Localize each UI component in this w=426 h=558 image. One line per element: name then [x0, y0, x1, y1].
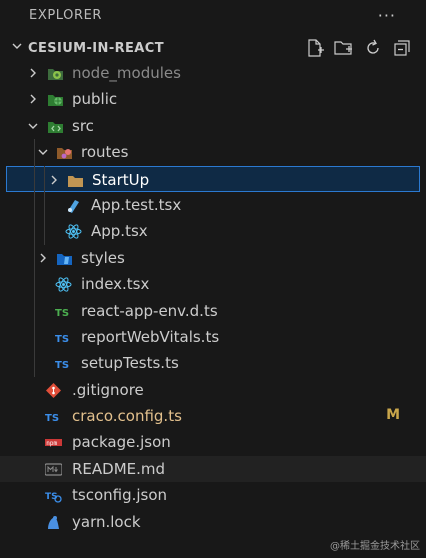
file-item-readme-md[interactable]: README.md: [0, 455, 426, 483]
explorer-header: EXPLORER ···: [0, 0, 426, 30]
tree-item-label: yarn.lock: [72, 512, 141, 531]
watermark: @稀土掘金技术社区: [330, 541, 420, 552]
refresh-icon[interactable]: [363, 38, 383, 58]
file-item-app-test-tsx[interactable]: App.test.tsx: [0, 192, 426, 218]
tree-item-label: public: [72, 90, 118, 109]
chevron-right-icon[interactable]: [27, 67, 39, 79]
tsconfig-icon: TS: [45, 492, 62, 503]
tree-item-label: craco.config.ts: [72, 407, 182, 426]
chevron-right-icon[interactable]: [37, 252, 49, 264]
modified-badge: M: [386, 407, 400, 424]
file-item-react-app-env-d-ts[interactable]: TS react-app-env.d.ts: [0, 298, 426, 324]
tree-item-label: tsconfig.json: [72, 486, 168, 505]
src-folder-icon: [48, 121, 63, 133]
project-header[interactable]: CESIUM-IN-REACT: [0, 33, 426, 63]
ts-def-icon: TS: [55, 308, 69, 319]
node-modules-folder-icon: [48, 69, 63, 80]
file-item-setuptests-ts[interactable]: TS setupTests.ts: [0, 350, 426, 376]
typescript-icon: TS: [55, 334, 69, 345]
indent-guide: [34, 139, 35, 377]
tree-item-label: reportWebVitals.ts: [81, 327, 220, 346]
git-icon: [46, 382, 61, 398]
file-item-yarn-lock[interactable]: yarn.lock: [0, 509, 426, 535]
tree-item-label: .gitignore: [72, 380, 144, 399]
tree-item-label: index.tsx: [81, 275, 150, 294]
file-tree: node_modulespublic src routes StartUp App.te…: [0, 60, 426, 535]
tree-item-label: routes: [81, 143, 129, 162]
new-file-icon[interactable]: [305, 38, 325, 58]
file-item-craco-config-ts[interactable]: TS craco.config.ts M: [0, 403, 426, 429]
routes-folder-icon: [57, 148, 72, 160]
tree-item-label: react-app-env.d.ts: [81, 301, 218, 320]
file-item-index-tsx[interactable]: index.tsx: [0, 271, 426, 297]
chevron-down-icon[interactable]: [37, 146, 49, 158]
file-item-reportwebvitals-ts[interactable]: TS reportWebVitals.ts: [0, 324, 426, 350]
chevron-down-icon[interactable]: [27, 120, 39, 132]
svg-text:TS: TS: [55, 308, 69, 319]
tree-item-label: node_modules: [72, 64, 181, 82]
folder-icon: [68, 175, 83, 187]
file-item-tsconfig-json[interactable]: TS tsconfig.json: [0, 482, 426, 508]
chevron-right-icon[interactable]: [27, 93, 39, 105]
folder-item-styles[interactable]: styles: [0, 245, 426, 271]
react-icon: [55, 277, 72, 292]
tree-item-label: src: [72, 116, 94, 135]
file-item-app-tsx[interactable]: App.tsx: [0, 218, 426, 244]
tree-item-label: StartUp: [92, 170, 150, 189]
svg-text:TS: TS: [45, 413, 59, 424]
collapse-all-icon[interactable]: [392, 38, 412, 58]
svg-text:npm: npm: [46, 440, 57, 447]
tree-item-label: App.tsx: [91, 222, 148, 241]
explorer-title: EXPLORER: [29, 7, 103, 23]
typescript-icon: TS: [55, 360, 69, 371]
new-folder-icon[interactable]: [334, 38, 354, 58]
project-name: CESIUM-IN-REACT: [28, 40, 164, 56]
typescript-icon: TS: [45, 413, 59, 424]
folder-item-startup[interactable]: StartUp: [6, 165, 420, 192]
react-icon: [65, 224, 82, 239]
more-actions-icon[interactable]: ···: [378, 6, 396, 25]
tree-item-label: styles: [81, 248, 125, 267]
file-item-gitignore[interactable]: .gitignore: [0, 377, 426, 403]
project-actions: [305, 38, 412, 58]
file-item-package-json[interactable]: npm package.json: [0, 429, 426, 455]
chevron-down-icon[interactable]: [11, 40, 23, 52]
tree-item-label: README.md: [72, 459, 166, 478]
svg-text:TS: TS: [55, 360, 69, 371]
yarn-icon: [48, 515, 59, 529]
tree-item-label: setupTests.ts: [81, 354, 179, 373]
styles-folder-icon: [57, 253, 72, 265]
tree-item-label: package.json: [72, 433, 171, 452]
tree-item-label: App.test.tsx: [91, 195, 182, 214]
test-react-icon: [68, 199, 79, 213]
markdown-icon: [45, 463, 62, 476]
folder-item-src[interactable]: src: [0, 113, 426, 139]
npm-icon: npm: [45, 439, 62, 447]
folder-item-node-modules[interactable]: node_modules: [0, 60, 426, 86]
indent-guide: [44, 165, 45, 245]
chevron-right-icon[interactable]: [48, 174, 60, 186]
folder-item-routes[interactable]: routes: [0, 139, 426, 165]
svg-text:TS: TS: [55, 334, 69, 345]
public-folder-icon: [48, 95, 63, 107]
folder-item-public[interactable]: public: [0, 86, 426, 112]
